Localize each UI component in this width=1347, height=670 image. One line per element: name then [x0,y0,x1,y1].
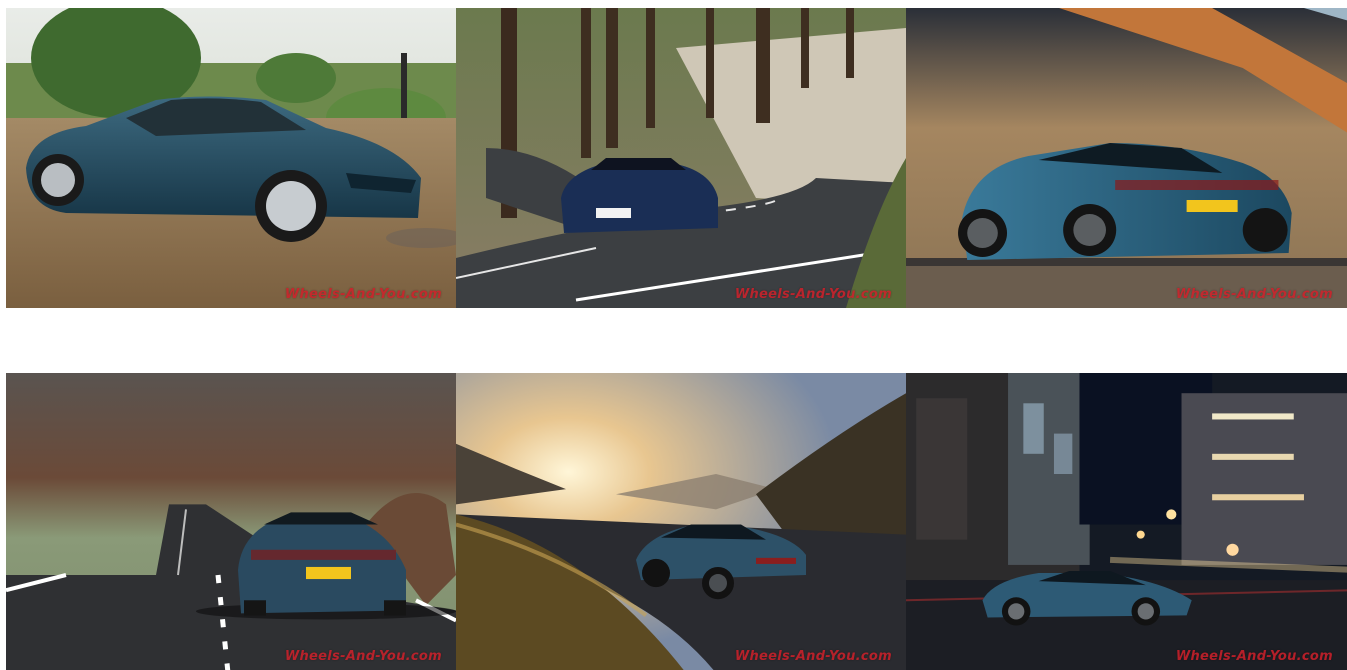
gallery-image-2[interactable]: Wheels-And-You.com [456,8,906,308]
watermark-text: Wheels-And-You.com [734,287,892,302]
car-at-sunset-photo [456,373,906,670]
gallery-image-5[interactable]: Wheels-And-You.com [456,373,906,670]
watermark-text: Wheels-And-You.com [284,649,442,664]
car-on-straight-road-photo [6,373,456,670]
watermark-text: Wheels-And-You.com [734,649,892,664]
gallery-image-4[interactable]: Wheels-And-You.com [6,373,456,670]
car-on-gravel-photo [6,8,456,308]
car-on-desert-road-photo [906,8,1347,308]
gallery-image-6[interactable]: Wheels-And-You.com [906,373,1347,670]
watermark-text: Wheels-And-You.com [1175,649,1333,664]
watermark-text: Wheels-And-You.com [1175,287,1333,302]
image-gallery: Wheels-And-You.com Wheels-And-You.com Wh… [0,0,1347,670]
car-on-city-street-photo [906,373,1347,670]
car-on-forest-road-photo [456,8,906,308]
gallery-image-3[interactable]: Wheels-And-You.com [906,8,1347,308]
watermark-text: Wheels-And-You.com [284,287,442,302]
gallery-image-1[interactable]: Wheels-And-You.com [6,8,456,308]
